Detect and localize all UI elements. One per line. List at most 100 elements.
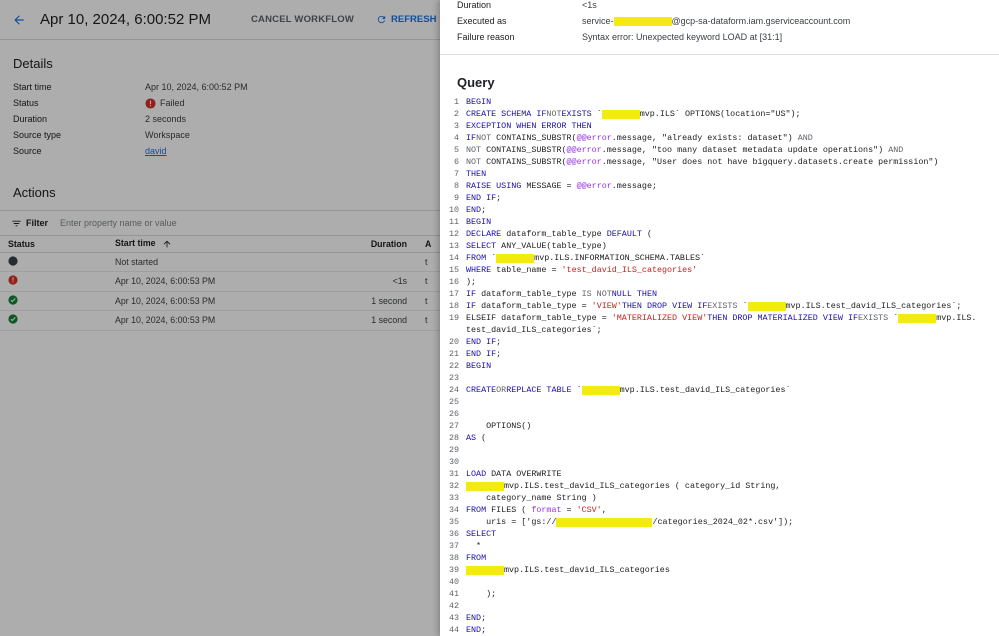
filter-bar[interactable]: Filter Enter property name or value bbox=[0, 210, 440, 236]
code-line: 29 bbox=[448, 445, 459, 455]
meta-row-executed-as: Executed as service- @gcp-sa-dataform.ia… bbox=[440, 13, 999, 29]
code-line: 13 SELECT ANY_VALUE(table_type) bbox=[448, 241, 607, 251]
col-start-time[interactable]: Start time bbox=[115, 236, 345, 253]
redaction bbox=[556, 517, 653, 527]
error-icon bbox=[145, 97, 156, 109]
sort-ascending-icon bbox=[163, 240, 171, 248]
back-button[interactable] bbox=[4, 5, 34, 35]
code-line: 24 CREATE OR REPLACE TABLE ` mvp.ILS.test… bbox=[448, 385, 791, 395]
arrow-back-icon bbox=[14, 14, 24, 25]
detail-row-source-type: Source type Workspace bbox=[0, 127, 440, 143]
code-line: 32 mvp.ILS.test_david_ILS_categories ( c… bbox=[448, 481, 781, 491]
code-line: 25 bbox=[448, 397, 459, 407]
code-line: 26 bbox=[448, 409, 459, 419]
code-line: 4 IF NOT CONTAINS_SUBSTR(@@error .message… bbox=[453, 133, 813, 143]
code-line: 22 BEGIN bbox=[448, 361, 492, 371]
detail-value: 2 seconds bbox=[145, 114, 187, 124]
code-line: 41 ); bbox=[448, 589, 497, 599]
code-line: 8 RAISE USING MESSAGE = @@error .message; bbox=[453, 181, 658, 191]
source-link[interactable]: david bbox=[145, 146, 167, 156]
row-start-time: Apr 10, 2024, 6:00:53 PM bbox=[115, 271, 345, 292]
code-line: 15 WHERE table_name = 'test_david_ILS_ca… bbox=[448, 265, 698, 275]
filter-input[interactable]: Enter property name or value bbox=[60, 218, 177, 228]
detail-key: Start time bbox=[13, 82, 52, 92]
row-extra: t bbox=[425, 271, 440, 292]
meta-key: Executed as bbox=[457, 16, 507, 26]
code-line: 27 OPTIONS() bbox=[448, 421, 532, 431]
row-duration: <1s bbox=[345, 271, 425, 292]
details-list: Start time Apr 10, 2024, 6:00:52 PM Stat… bbox=[0, 79, 440, 159]
row-duration: 1 second bbox=[345, 291, 425, 311]
code-line: 16); bbox=[448, 277, 477, 287]
col-a[interactable]: A bbox=[425, 236, 440, 253]
row-extra: t bbox=[425, 252, 440, 272]
code-line: 36 SELECT bbox=[448, 529, 497, 539]
row-duration bbox=[345, 252, 425, 272]
code-line: 10 END; bbox=[448, 205, 487, 215]
refresh-icon bbox=[377, 15, 386, 24]
row-extra: t bbox=[425, 310, 440, 331]
page-title: Apr 10, 2024, 6:00:52 PM bbox=[40, 11, 211, 28]
action-meta: Duration <1s Executed as service- @gcp-s… bbox=[440, 0, 999, 45]
row-start-time: Not started bbox=[115, 252, 345, 272]
meta-value: <1s bbox=[582, 0, 597, 10]
detail-key: Status bbox=[13, 98, 39, 108]
code-line: 6 NOT CONTAINS_SUBSTR(@@error .message, "… bbox=[453, 157, 939, 167]
code-line: 2 CREATE SCHEMA IF NOT EXISTS ` mvp.ILS` … bbox=[453, 109, 801, 119]
code-line: 3 EXCEPTION WHEN ERROR THEN bbox=[453, 121, 592, 131]
col-duration[interactable]: Duration bbox=[345, 236, 425, 253]
code-line: 18 IF dataform_table_type = 'VIEW' THEN … bbox=[448, 301, 962, 311]
code-line: 42 bbox=[448, 601, 459, 611]
detail-value: Apr 10, 2024, 6:00:52 PM bbox=[145, 82, 248, 92]
code-line: 30 bbox=[448, 457, 459, 467]
redaction bbox=[496, 253, 535, 263]
meta-row-duration: Duration <1s bbox=[440, 0, 999, 13]
col-status[interactable]: Status bbox=[0, 236, 115, 253]
not-started-icon bbox=[8, 256, 18, 266]
table-row[interactable]: Apr 10, 2024, 6:00:53 PM <1s t bbox=[0, 271, 440, 292]
meta-value: Syntax error: Unexpected keyword LOAD at… bbox=[582, 32, 783, 42]
filter-label: Filter bbox=[26, 218, 49, 228]
code-line: 39 mvp.ILS.test_david_ILS_categories bbox=[448, 565, 670, 575]
status-text: Failed bbox=[160, 98, 185, 108]
details-heading: Details bbox=[13, 56, 53, 71]
table-row[interactable]: Apr 10, 2024, 6:00:53 PM 1 second t bbox=[0, 291, 440, 311]
code-line: 7 THEN bbox=[453, 169, 487, 179]
meta-key: Failure reason bbox=[457, 32, 515, 42]
row-duration: 1 second bbox=[345, 310, 425, 331]
code-line: test_david_ILS_categories`; bbox=[466, 325, 602, 335]
table-row[interactable]: Apr 10, 2024, 6:00:53 PM 1 second t bbox=[0, 310, 440, 331]
detail-key: Source type bbox=[13, 130, 62, 140]
redaction bbox=[601, 109, 640, 119]
executed-prefix: service- bbox=[582, 16, 614, 26]
actions-table: Status Start time Duration A Not started… bbox=[0, 236, 440, 331]
code-line: 19 ELSEIF dataform_table_type = 'MATERIAL… bbox=[448, 313, 977, 323]
cancel-workflow-button[interactable]: CANCEL WORKFLOW bbox=[251, 14, 354, 25]
refresh-button[interactable]: REFRESH bbox=[376, 14, 436, 25]
executed-suffix: @gcp-sa-dataform.iam.gserviceaccount.com bbox=[671, 16, 851, 26]
table-row[interactable]: Not started t bbox=[0, 252, 440, 272]
redaction bbox=[898, 313, 937, 323]
code-line: 23 bbox=[448, 373, 459, 383]
code-line: 5 NOT CONTAINS_SUBSTR(@@error .message, "… bbox=[453, 145, 904, 155]
detail-key: Duration bbox=[13, 114, 48, 124]
detail-value: Workspace bbox=[145, 130, 190, 140]
table-header-row: Status Start time Duration A bbox=[0, 236, 440, 253]
query-title: Query bbox=[457, 75, 495, 90]
code-line: 34 FROM FILES ( format = 'CSV', bbox=[448, 505, 607, 515]
meta-key: Duration bbox=[457, 0, 492, 10]
success-check-icon bbox=[8, 314, 18, 324]
code-line: 14 FROM ` mvp.ILS.INFORMATION_SCHEMA.TABL… bbox=[448, 253, 706, 263]
action-detail-panel: Duration <1s Executed as service- @gcp-s… bbox=[440, 0, 999, 636]
code-line: 20 END IF; bbox=[448, 337, 502, 347]
code-line: 43 END; bbox=[448, 613, 487, 623]
detail-row-duration: Duration 2 seconds bbox=[0, 111, 440, 127]
redaction bbox=[581, 385, 620, 395]
code-line: 37 * bbox=[448, 541, 482, 551]
redaction bbox=[747, 301, 786, 311]
filter-icon bbox=[12, 220, 21, 226]
redaction bbox=[613, 16, 672, 26]
code-line: 21 END IF; bbox=[448, 349, 502, 359]
query-code-viewer[interactable]: 1 BEGIN 2 CREATE SCHEMA IF NOT EXISTS ` mv… bbox=[440, 96, 999, 636]
meta-row-failure-reason: Failure reason Syntax error: Unexpected … bbox=[440, 29, 999, 45]
